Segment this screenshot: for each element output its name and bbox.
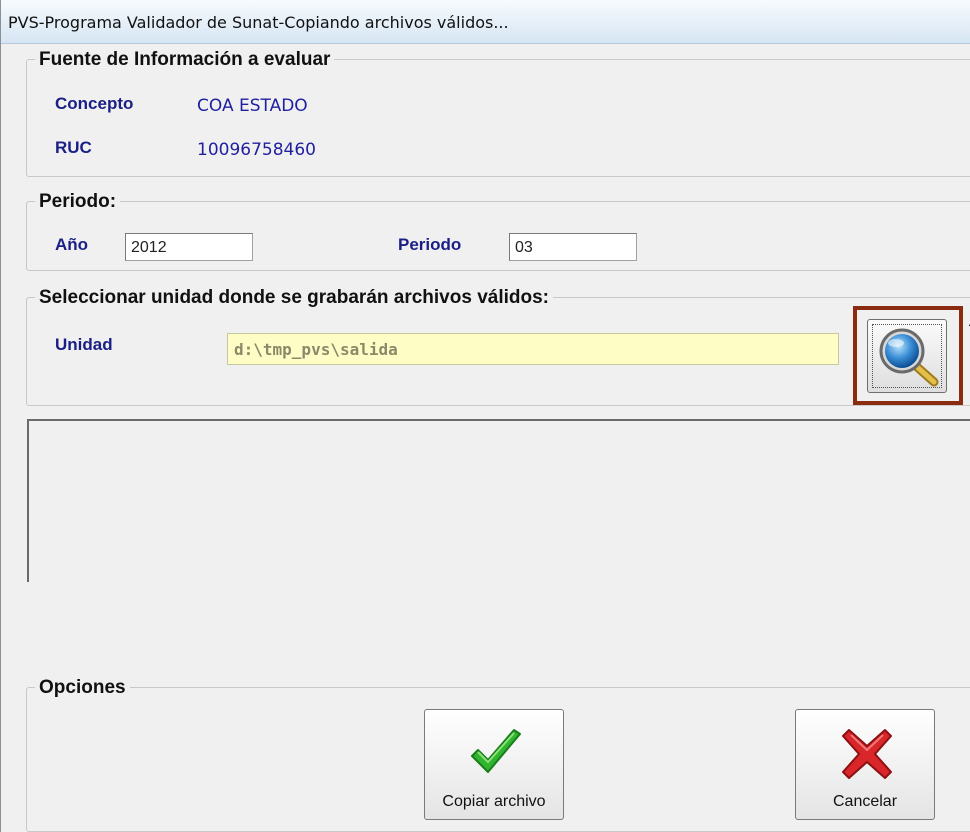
- period-group-legend: Periodo:: [39, 191, 117, 212]
- ruc-label: RUC: [55, 138, 92, 157]
- options-group-legend: Opciones: [39, 677, 126, 698]
- window-title: PVS-Programa Validador de Sunat-Copiando…: [8, 13, 509, 32]
- concepto-label: Concepto: [55, 94, 134, 113]
- green-check-icon: [471, 729, 521, 773]
- period-label: Periodo: [398, 235, 462, 254]
- message-area: [27, 419, 970, 582]
- year-label: Año: [55, 235, 89, 254]
- clipped-glyph: ▲: [964, 305, 970, 333]
- dialog-window: PVS-Programa Validador de Sunat-Copiando…: [0, 0, 970, 832]
- ruc-value: 10096758460: [197, 140, 316, 160]
- copy-file-button[interactable]: Copiar archivo: [424, 709, 564, 820]
- red-x-icon: [842, 729, 892, 779]
- copy-file-label: Copiar archivo: [442, 793, 546, 810]
- cancel-label: Cancelar: [832, 793, 898, 810]
- browse-highlight: [853, 306, 963, 405]
- concepto-value: COA ESTADO: [197, 96, 308, 116]
- unit-path-input[interactable]: d:\tmp_pvs\salida: [227, 333, 839, 365]
- cancel-button[interactable]: Cancelar: [795, 709, 935, 820]
- source-group-legend: Fuente de Información a evaluar: [39, 49, 331, 70]
- unit-label: Unidad: [55, 335, 113, 354]
- magnifier-icon: [879, 328, 939, 387]
- source-group: Fuente de Información a evaluar: [26, 50, 970, 177]
- period-input[interactable]: 03: [509, 233, 637, 261]
- browse-folder-button[interactable]: [867, 319, 947, 393]
- year-input[interactable]: 2012: [125, 233, 253, 261]
- unit-group-legend: Seleccionar unidad donde se grabarán arc…: [39, 287, 549, 308]
- title-bar[interactable]: PVS-Programa Validador de Sunat-Copiando…: [1, 0, 970, 44]
